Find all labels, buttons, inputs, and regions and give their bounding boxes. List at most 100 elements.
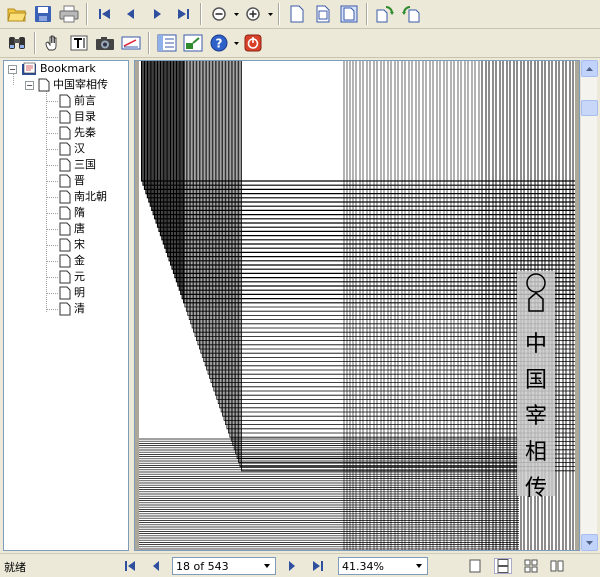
scroll-up-button[interactable] bbox=[581, 60, 598, 77]
hand-tool-icon bbox=[45, 35, 57, 51]
tree-item-chapter[interactable]: 南北朝 bbox=[59, 189, 107, 205]
document-view[interactable]: 中国宰相传 bbox=[134, 60, 580, 551]
rotate-counterclockwise-button[interactable] bbox=[399, 2, 423, 26]
next-page-icon bbox=[154, 9, 161, 19]
status-last-page-button[interactable] bbox=[310, 558, 326, 574]
dropdown-arrow-icon bbox=[233, 12, 239, 16]
tree-item-book[interactable]: − 中国宰相传 bbox=[25, 77, 108, 93]
tree-item-root[interactable]: − Bookmark bbox=[8, 61, 96, 77]
tree-item-chapter[interactable]: 先秦 bbox=[59, 125, 96, 141]
collapse-toggle[interactable]: − bbox=[8, 64, 17, 74]
tree-item-label: 前言 bbox=[74, 94, 96, 107]
arrow-down-icon bbox=[586, 540, 593, 545]
print-button[interactable] bbox=[57, 2, 81, 26]
bookmarks-panel-button[interactable] bbox=[155, 31, 179, 55]
dropdown-arrow-icon bbox=[233, 41, 239, 45]
first-page-icon bbox=[99, 9, 110, 19]
view-continuous-button[interactable] bbox=[494, 558, 512, 574]
tree-item-label: 唐 bbox=[74, 222, 85, 235]
zoom-dropdown[interactable] bbox=[412, 559, 426, 573]
help-dropdown[interactable] bbox=[232, 31, 240, 55]
next-page-button[interactable] bbox=[145, 2, 169, 26]
tree-item-label: 中国宰相传 bbox=[53, 78, 108, 91]
tree-connector bbox=[46, 181, 58, 182]
rotate-clockwise-button[interactable] bbox=[373, 2, 397, 26]
main-toolbar bbox=[0, 0, 600, 29]
tree-item-chapter[interactable]: 汉 bbox=[59, 141, 85, 157]
hand-tool-button[interactable] bbox=[41, 31, 65, 55]
tree-item-chapter[interactable]: 前言 bbox=[59, 93, 96, 109]
fit-page-button[interactable] bbox=[337, 2, 361, 26]
tree-item-chapter[interactable]: 隋 bbox=[59, 205, 85, 221]
page-number-combo[interactable]: 18 of 543 bbox=[172, 557, 276, 575]
tree-connector bbox=[46, 117, 58, 118]
find-button[interactable] bbox=[5, 31, 29, 55]
tree-item-chapter[interactable]: 宋 bbox=[59, 237, 85, 253]
tree-item-chapter[interactable]: 金 bbox=[59, 253, 85, 269]
zoom-out-dropdown[interactable] bbox=[232, 2, 240, 26]
status-bar: 就绪 18 of 543 41.34% bbox=[0, 553, 600, 577]
thumbnails-button[interactable] bbox=[181, 31, 205, 55]
last-page-icon bbox=[313, 561, 323, 571]
tree-connector bbox=[46, 309, 58, 310]
annotate-icon bbox=[121, 36, 141, 50]
zoom-level: 41.34% bbox=[342, 559, 384, 573]
tree-item-label: 目录 bbox=[74, 110, 96, 123]
annotate-button[interactable] bbox=[119, 31, 143, 55]
page-icon bbox=[59, 110, 71, 124]
page-icon bbox=[38, 78, 50, 92]
view-book-button[interactable] bbox=[548, 558, 566, 574]
tree-item-chapter[interactable]: 元 bbox=[59, 269, 85, 285]
print-icon bbox=[59, 5, 79, 23]
single-page-button[interactable] bbox=[285, 2, 309, 26]
page-rendering-artifacts bbox=[139, 438, 519, 550]
tree-item-chapter[interactable]: 清 bbox=[59, 301, 85, 317]
tree-item-chapter[interactable]: 三国 bbox=[59, 157, 96, 173]
page-rendering-artifacts bbox=[141, 61, 575, 550]
book-view-icon bbox=[550, 560, 564, 572]
status-next-page-button[interactable] bbox=[284, 558, 300, 574]
snapshot-button[interactable] bbox=[93, 31, 117, 55]
tree-item-chapter[interactable]: 唐 bbox=[59, 221, 85, 237]
zoom-out-button[interactable] bbox=[207, 2, 231, 26]
rotate-counterclockwise-icon bbox=[402, 6, 420, 23]
scroll-down-button[interactable] bbox=[581, 534, 598, 551]
last-page-button[interactable] bbox=[171, 2, 195, 26]
cover-title-char: 宰 bbox=[525, 404, 547, 429]
page-dropdown[interactable] bbox=[260, 559, 274, 573]
status-first-page-button[interactable] bbox=[122, 558, 138, 574]
view-single-page-button[interactable] bbox=[466, 558, 484, 574]
bookmark-panel[interactable]: − Bookmark − 中国宰相传 前言目录先秦汉三国晋南北朝隋唐宋金元明清 bbox=[3, 60, 129, 551]
save-button[interactable] bbox=[31, 2, 55, 26]
open-button[interactable] bbox=[5, 2, 29, 26]
zoom-in-dropdown[interactable] bbox=[266, 2, 274, 26]
tree-item-chapter[interactable]: 目录 bbox=[59, 109, 96, 125]
collapse-toggle[interactable]: − bbox=[25, 80, 34, 90]
fit-width-icon bbox=[316, 5, 330, 23]
tree-connector bbox=[46, 277, 58, 278]
first-page-button[interactable] bbox=[93, 2, 117, 26]
tree-item-chapter[interactable]: 明 bbox=[59, 285, 85, 301]
text-select-button[interactable] bbox=[67, 31, 91, 55]
document-page[interactable]: 中国宰相传 bbox=[139, 61, 575, 550]
tree-connector bbox=[46, 197, 58, 198]
help-button[interactable]: ? bbox=[207, 31, 231, 55]
tree-item-label: 晋 bbox=[74, 174, 85, 187]
zoom-combo[interactable]: 41.34% bbox=[338, 557, 428, 575]
bookmark-book-icon bbox=[22, 62, 36, 75]
status-text: 就绪 bbox=[4, 561, 26, 574]
tree-item-chapter[interactable]: 晋 bbox=[59, 173, 85, 189]
tree-item-label: 清 bbox=[74, 302, 85, 315]
fit-width-button[interactable] bbox=[311, 2, 335, 26]
dropdown-arrow-icon bbox=[264, 564, 270, 568]
scroll-thumb[interactable] bbox=[581, 100, 598, 116]
rotate-clockwise-icon bbox=[376, 6, 394, 23]
cover-title-char: 传 bbox=[525, 476, 547, 501]
view-facing-button[interactable] bbox=[522, 558, 540, 574]
vertical-scrollbar[interactable] bbox=[580, 60, 598, 551]
exit-button[interactable] bbox=[241, 31, 265, 55]
zoom-in-button[interactable] bbox=[241, 2, 265, 26]
status-previous-page-button[interactable] bbox=[148, 558, 164, 574]
previous-page-button[interactable] bbox=[119, 2, 143, 26]
page-icon bbox=[59, 94, 71, 108]
